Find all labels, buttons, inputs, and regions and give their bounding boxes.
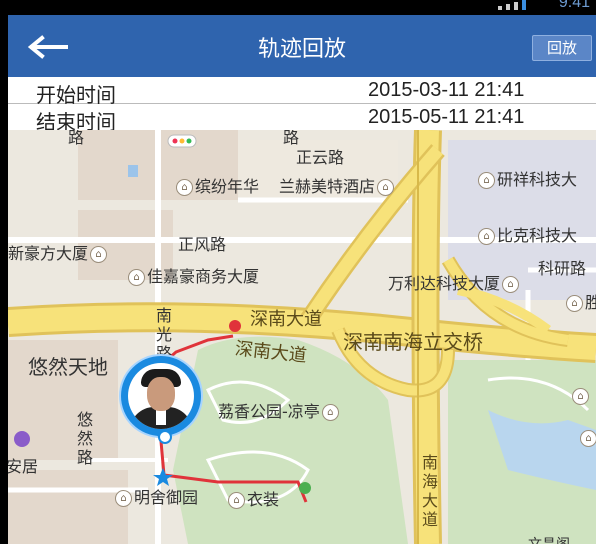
map-poi-label: ⌂ 衣装 xyxy=(226,486,279,510)
map-poi-label: ⌂ xyxy=(578,428,596,447)
signal-icon xyxy=(498,0,526,10)
status-bar: 9:41 xyxy=(8,0,596,15)
map-label: 悠然天地 xyxy=(28,355,108,379)
building-icon: ⌂ xyxy=(176,179,193,196)
location-dot-icon xyxy=(158,430,172,444)
app-screen: 9:41 轨迹回放 回放 开始时间 2015-03-11 21:41 结束时间 … xyxy=(8,0,596,544)
road-label: 深南南海立交桥 xyxy=(343,330,483,354)
building-icon: ⌂ xyxy=(115,490,132,507)
avatar-marker[interactable] xyxy=(121,356,201,436)
map-label: 路 xyxy=(68,130,85,147)
building-icon: ⌂ xyxy=(572,388,589,405)
status-time: 9:41 xyxy=(558,0,590,11)
building-icon: ⌂ xyxy=(228,492,245,509)
map-poi-label: 兰赫美特酒店 ⌂ xyxy=(279,173,396,197)
page-title: 轨迹回放 xyxy=(257,37,346,62)
avatar xyxy=(128,363,194,429)
road-label: 悠然路 xyxy=(76,410,93,467)
road-label: 南海大道 xyxy=(421,453,438,529)
poi-purple-icon xyxy=(14,431,30,447)
map-label: 科研路 xyxy=(538,259,587,278)
building-icon: ⌂ xyxy=(90,246,108,263)
end-time-value[interactable]: 2015-05-11 21:41 xyxy=(368,106,524,129)
end-time-row[interactable]: 结束时间 2015-05-11 21:41 xyxy=(8,104,596,134)
map-view[interactable]: 路 路 正云路 ⌂ 缤纷年华 兰赫美特酒店 ⌂ ⌂ 研祥科技大 新豪方大厦 ⌂ 正风路 … xyxy=(8,130,596,544)
map-poi-label: ⌂ 缤纷年华 xyxy=(174,173,259,197)
building-icon: ⌂ xyxy=(566,295,583,312)
map-poi-label: ⌂ 佳嘉豪商务大厦 xyxy=(126,263,259,287)
title-bar: 轨迹回放 回放 xyxy=(8,15,596,77)
map-poi-label: ⌂ xyxy=(570,386,591,405)
time-range-panel: 开始时间 2015-03-11 21:41 结束时间 2015-05-11 21… xyxy=(8,77,596,134)
road-label: 南光路 xyxy=(155,306,172,363)
map-poi-label: ⌂ 比克科技大 xyxy=(476,222,577,246)
map-label: 正风路 xyxy=(178,235,227,254)
building-icon: ⌂ xyxy=(321,404,339,421)
end-marker-icon xyxy=(229,320,241,332)
poi-green-icon xyxy=(299,482,311,494)
start-time-row[interactable]: 开始时间 2015-03-11 21:41 xyxy=(8,77,596,107)
map-label: 文昌阁 xyxy=(528,534,570,544)
building-icon: ⌂ xyxy=(502,276,520,293)
map-poi-label: 荔香公园-凉亭 ⌂ xyxy=(218,398,341,422)
hotel-icon: ⌂ xyxy=(377,179,395,196)
building-icon: ⌂ xyxy=(478,172,495,189)
building-icon: ⌂ xyxy=(580,430,596,447)
map-poi-label: 万利达科技大厦 ⌂ xyxy=(388,270,521,294)
start-time-value[interactable]: 2015-03-11 21:41 xyxy=(368,79,524,102)
replay-button[interactable]: 回放 xyxy=(532,35,592,61)
building-icon: ⌂ xyxy=(478,228,495,245)
map-poi-label: ⌂ 胜 xyxy=(564,289,596,313)
building-icon: ⌂ xyxy=(128,269,145,286)
map-poi-label: 新豪方大厦 ⌂ xyxy=(8,240,109,264)
map-label: 正云路 xyxy=(296,148,345,167)
map-label: 安居 xyxy=(8,457,39,476)
map-poi-label: ⌂ 研祥科技大 xyxy=(476,166,577,190)
road-label: 深南大道 xyxy=(250,309,322,330)
map-poi-label: ⌂ 明舍御园 xyxy=(113,484,198,508)
